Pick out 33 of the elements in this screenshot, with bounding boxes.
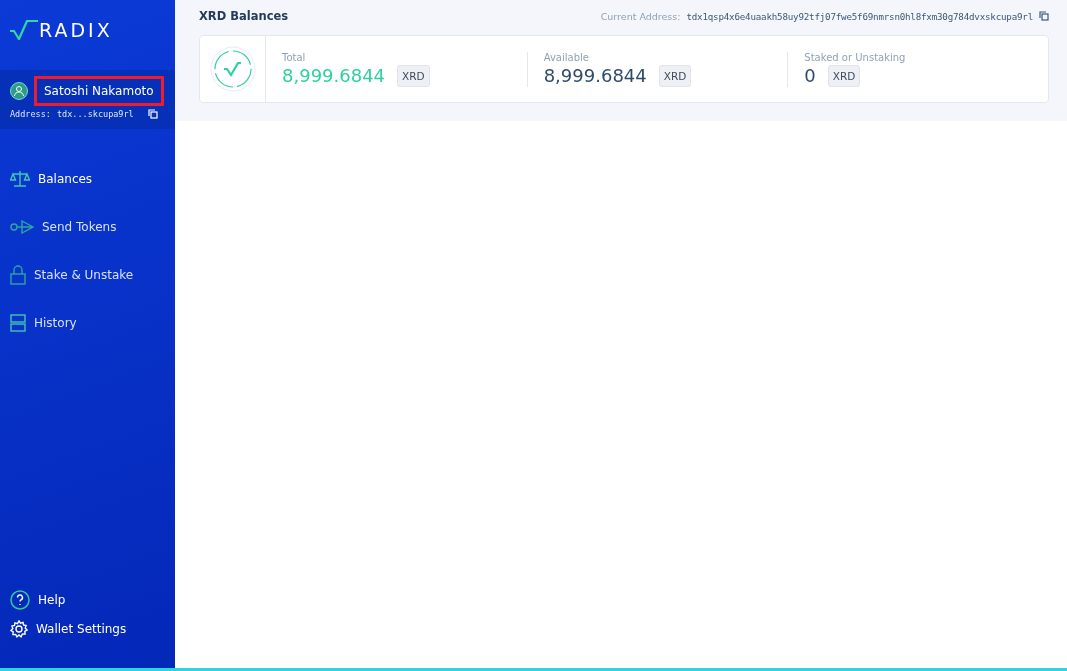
copy-icon[interactable] [147,109,158,119]
currency-tag: XRD [658,64,692,87]
account-name: Satoshi Nakamoto [34,76,164,106]
balance-amount: 8,999.6844 [543,65,647,86]
balance-label: Staked or Unstaking [804,51,907,63]
currency-tag: XRD [397,64,430,87]
nav-item[interactable]: Balances [0,155,175,203]
lock-icon [10,265,26,285]
copy-icon[interactable] [1039,11,1049,21]
balance-amount: 8,999.6844 [282,65,386,86]
nav-item[interactable]: Send Tokens [0,203,175,251]
currency-tag: XRD [827,64,861,87]
page-title: XRD Balances [199,9,289,23]
avatar-icon [10,82,28,100]
checkmark-icon [209,46,256,92]
footer-link[interactable]: Help [38,593,66,607]
current-address-label: Current Address: [600,10,681,22]
address-text: tdx...skcupa9rl [56,109,134,119]
settings-icon[interactable] [10,620,28,638]
footer-link[interactable]: Wallet Settings [36,622,127,636]
nav-item[interactable]: History [0,299,175,347]
logo-text: RADIX [39,19,113,41]
current-address: tdx1qsp4x6e4uaakh58uy92tfj07fwe5f69nmrsn0hl8fxm30g784dvxskcupa9rl [686,10,1033,22]
stack-icon [10,314,26,332]
scale-icon [10,170,30,188]
balance-label: Total [282,51,307,63]
balance-label: Available [543,51,590,63]
logo-icon [10,20,38,40]
nav-item[interactable]: Stake & Unstake [0,251,175,299]
address-label: Address: [10,109,51,119]
arrow-icon [10,220,34,234]
balance-amount: 0 [804,65,816,86]
help-icon[interactable] [10,590,30,610]
